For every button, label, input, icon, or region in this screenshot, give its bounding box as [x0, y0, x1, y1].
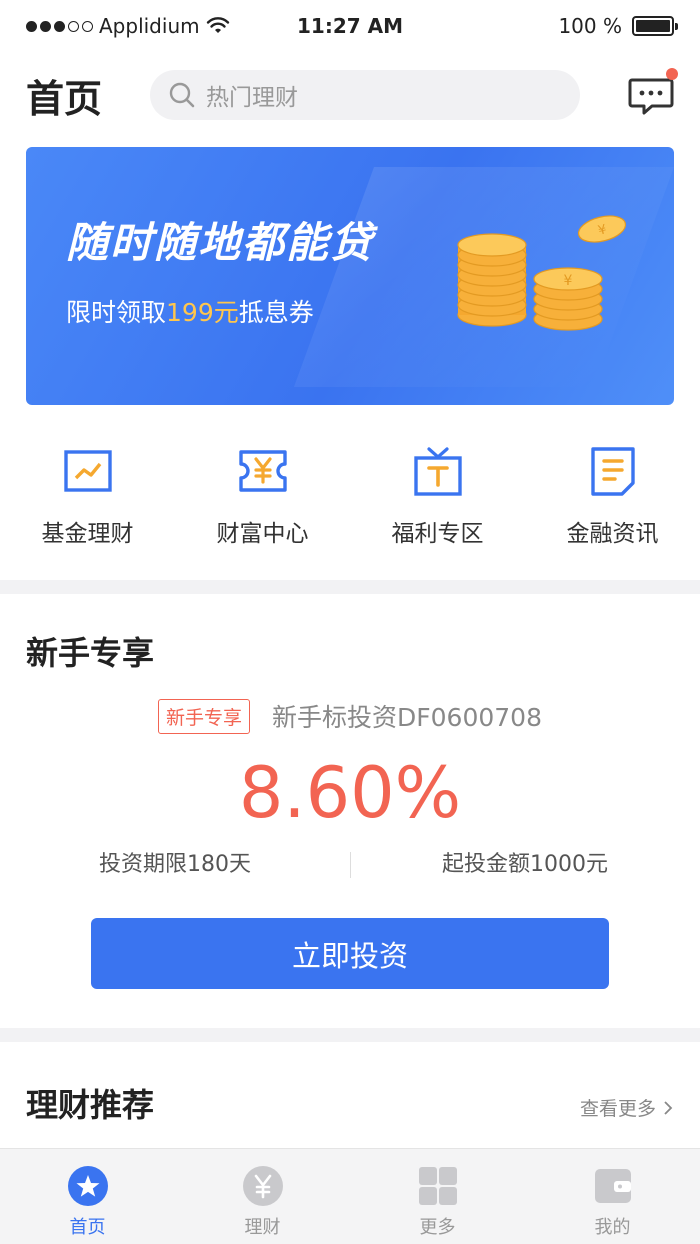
- wifi-icon: [206, 17, 229, 33]
- quick-item-label: 金融资讯: [566, 521, 659, 547]
- section-title: 理财推荐: [26, 1086, 155, 1124]
- quick-item-benefits[interactable]: 福利专区: [350, 418, 525, 580]
- fund-chart-icon: [63, 450, 112, 492]
- search-placeholder: 热门理财: [206, 85, 298, 111]
- view-more-link[interactable]: 查看更多: [580, 1094, 674, 1121]
- recommend-section: 理财推荐 查看更多: [0, 1042, 700, 1148]
- carrier-name: Applidium: [99, 14, 200, 38]
- banner-section: 随时随地都能贷 限时领取199元抵息券 ¥ ¥: [0, 138, 700, 418]
- unread-dot: [666, 68, 678, 80]
- banner-sub-suffix: 抵息券: [238, 298, 314, 327]
- quick-item-fund[interactable]: 基金理财: [0, 418, 175, 580]
- yuan-coin-icon: [242, 1166, 283, 1206]
- min-investment: 起投金额1000元: [442, 852, 608, 877]
- home-star-icon: [67, 1166, 108, 1206]
- quick-menu: 基金理财 财富中心 福利专区 金融资讯: [0, 418, 700, 580]
- battery-percent: 100 %: [558, 14, 622, 38]
- newbie-section: 新手专享 新手专享 新手标投资DF0600708 8.60% 投资期限180天 …: [0, 594, 700, 1028]
- top-header: 首页 热门理财: [0, 52, 700, 138]
- battery-icon: [632, 16, 678, 36]
- banner-sub-prefix: 限时领取: [66, 298, 167, 327]
- promo-banner[interactable]: 随时随地都能贷 限时领取199元抵息券 ¥ ¥: [26, 147, 674, 405]
- tab-label: 理财: [244, 1217, 281, 1238]
- tab-label: 更多: [419, 1217, 456, 1238]
- banner-title: 随时随地都能贷: [66, 218, 375, 267]
- status-time: 11:27 AM: [296, 14, 403, 38]
- page-title: 首页: [26, 76, 103, 121]
- battery-group: 100 %: [444, 14, 678, 38]
- banner-sub-highlight: 199元: [166, 298, 239, 327]
- app-screen: Applidium 11:27 AM 100 % 首页 热门理财 随时随地都能贷…: [0, 0, 700, 1244]
- grid-icon: [418, 1167, 457, 1205]
- wallet-icon: [594, 1169, 631, 1203]
- gift-tv-icon: [413, 447, 462, 496]
- product-header: 新手专享 新手标投资DF0600708: [0, 698, 700, 734]
- carrier-group: Applidium: [26, 14, 256, 38]
- banner-subtitle: 限时领取199元抵息券: [66, 293, 314, 329]
- news-document-icon: [590, 447, 635, 496]
- yuan-ticket-icon: [238, 450, 287, 492]
- terms-divider: [350, 852, 351, 878]
- newbie-tag: 新手专享: [158, 698, 251, 734]
- signal-strength-icon: [26, 20, 93, 32]
- annual-rate: 8.60%: [238, 752, 462, 834]
- svg-text:¥: ¥: [564, 273, 573, 289]
- quick-item-label: 福利专区: [391, 521, 484, 547]
- product-name[interactable]: 新手标投资DF0600708: [272, 698, 542, 734]
- battery-level-fill: [636, 20, 670, 32]
- quick-item-wealth[interactable]: 财富中心: [175, 418, 350, 580]
- search-icon: [169, 82, 195, 108]
- gold-coins-illustration: ¥ ¥: [457, 215, 627, 331]
- quick-item-label: 财富中心: [216, 521, 309, 547]
- section-title: 新手专享: [26, 634, 155, 672]
- status-bar: Applidium 11:27 AM 100 %: [0, 0, 700, 52]
- invest-now-button[interactable]: 立即投资: [91, 918, 609, 989]
- tab-home[interactable]: 首页: [0, 1149, 175, 1244]
- tab-label: 我的: [594, 1217, 631, 1238]
- tab-more[interactable]: 更多: [350, 1149, 525, 1244]
- quick-item-news[interactable]: 金融资讯: [525, 418, 700, 580]
- message-icon: [628, 78, 674, 115]
- tab-mine[interactable]: 我的: [525, 1149, 700, 1244]
- view-more-label: 查看更多: [579, 1098, 656, 1120]
- tab-finance[interactable]: 理财: [175, 1149, 350, 1244]
- search-input[interactable]: 热门理财: [150, 70, 580, 120]
- bottom-tab-bar: 首页 理财 更多 我的: [0, 1148, 700, 1244]
- tab-label: 首页: [69, 1217, 106, 1238]
- investment-term: 投资期限180天: [99, 852, 251, 877]
- chevron-right-icon: [664, 1100, 673, 1115]
- message-button[interactable]: [628, 68, 678, 118]
- quick-item-label: 基金理财: [41, 521, 134, 547]
